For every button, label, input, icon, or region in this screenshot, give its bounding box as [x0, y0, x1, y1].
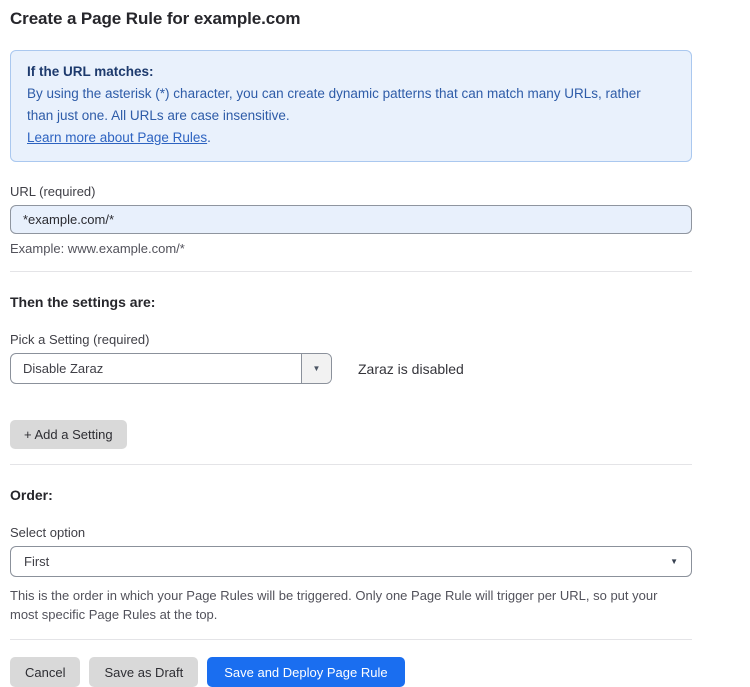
- info-box-heading: If the URL matches:: [27, 61, 675, 83]
- settings-section-heading: Then the settings are:: [10, 294, 692, 310]
- select-option-label: Select option: [10, 525, 692, 540]
- order-dropdown[interactable]: First ▼: [10, 546, 692, 577]
- divider: [10, 639, 692, 640]
- chevron-down-icon: ▼: [670, 557, 678, 566]
- learn-more-link[interactable]: Learn more about Page Rules: [27, 130, 207, 145]
- setting-status-text: Zaraz is disabled: [358, 361, 464, 377]
- order-helper-text: This is the order in which your Page Rul…: [10, 586, 688, 624]
- cancel-button[interactable]: Cancel: [10, 657, 80, 687]
- save-and-deploy-button[interactable]: Save and Deploy Page Rule: [207, 657, 404, 687]
- order-dropdown-value: First: [24, 554, 49, 569]
- pick-setting-label: Pick a Setting (required): [10, 332, 692, 347]
- chevron-down-icon[interactable]: ▼: [301, 354, 331, 383]
- order-section-heading: Order:: [10, 487, 692, 503]
- setting-dropdown-value: Disable Zaraz: [11, 361, 103, 376]
- page-rule-form: Create a Page Rule for example.com If th…: [0, 0, 692, 687]
- url-match-info-box: If the URL matches: By using the asteris…: [10, 50, 692, 162]
- save-as-draft-button[interactable]: Save as Draft: [89, 657, 198, 687]
- info-box-body: By using the asterisk (*) character, you…: [27, 83, 657, 127]
- setting-row: Disable Zaraz ▼ Zaraz is disabled: [10, 353, 692, 384]
- url-input[interactable]: [10, 205, 692, 234]
- page-title: Create a Page Rule for example.com: [10, 9, 692, 29]
- url-field-label: URL (required): [10, 184, 692, 199]
- add-setting-button[interactable]: + Add a Setting: [10, 420, 127, 449]
- info-box-link-line: Learn more about Page Rules.: [27, 127, 675, 149]
- form-actions: Cancel Save as Draft Save and Deploy Pag…: [10, 657, 692, 687]
- link-suffix: .: [207, 130, 211, 145]
- url-example-helper: Example: www.example.com/*: [10, 241, 692, 256]
- divider: [10, 271, 692, 272]
- divider: [10, 464, 692, 465]
- setting-dropdown[interactable]: Disable Zaraz ▼: [10, 353, 332, 384]
